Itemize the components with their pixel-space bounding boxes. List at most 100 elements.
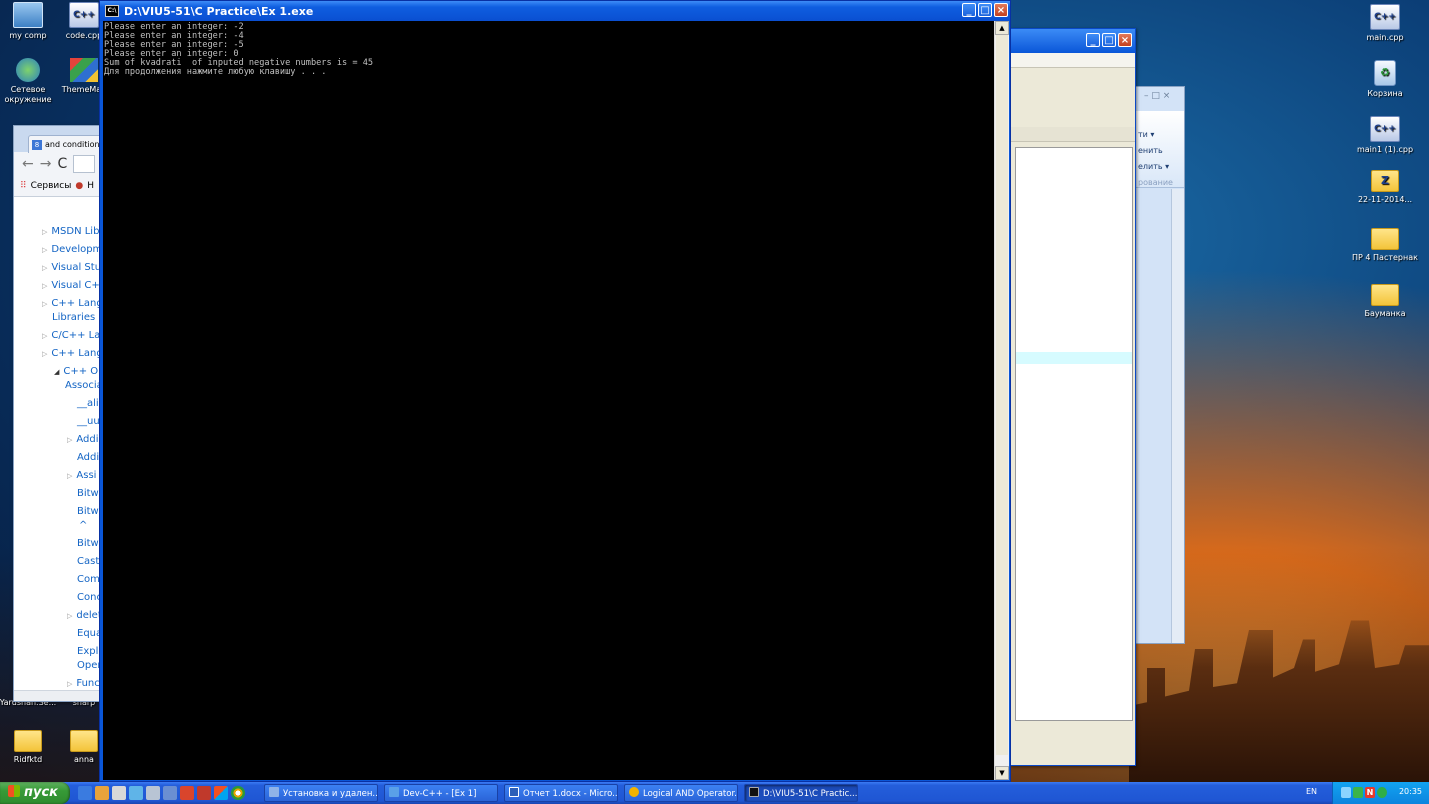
start-button[interactable]: пуск — [0, 782, 70, 804]
document-icon[interactable] — [112, 786, 126, 800]
toc-item[interactable]: __uu — [77, 416, 100, 428]
folder-icon — [1371, 284, 1399, 306]
devcpp-window[interactable]: _ □ × — [1010, 28, 1136, 766]
console-vertical-scrollbar[interactable]: ▲ ▼ — [994, 21, 1009, 780]
n-tray-icon[interactable]: N — [1365, 787, 1375, 798]
bookmark-services[interactable]: Сервисы — [31, 181, 72, 191]
toc-item[interactable]: ▷ Visual C+- — [42, 280, 103, 292]
google-favicon-icon: 8 — [32, 139, 42, 150]
security-tray-icon[interactable] — [1353, 787, 1363, 798]
window-icon[interactable] — [163, 786, 177, 800]
network-tray-icon[interactable] — [1341, 787, 1351, 798]
toc-item[interactable]: ▷ Func — [67, 678, 100, 690]
language-indicator[interactable]: EN — [1306, 787, 1317, 796]
system-tray: N 20:35 — [1332, 782, 1429, 804]
expand-arrow-icon: ▷ — [67, 680, 73, 688]
scroll-down-arrow-icon[interactable]: ▼ — [995, 766, 1009, 780]
expand-arrow-icon: ▷ — [67, 472, 73, 480]
desktop-icon-baumanka-folder[interactable]: Бауманка — [1350, 284, 1420, 319]
back-arrow-icon[interactable]: ← — [22, 156, 34, 172]
ribbon-item[interactable]: ти ▾ — [1136, 127, 1184, 143]
toc-item[interactable]: ▷ MSDN Lib — [42, 226, 99, 238]
expand-arrow-icon: ▷ — [42, 264, 48, 272]
scroll-up-arrow-icon[interactable]: ▲ — [995, 21, 1009, 35]
toc-item[interactable]: ▷ Addi — [67, 434, 99, 446]
console-system-icon[interactable]: C:\ — [105, 5, 119, 17]
firefox-icon[interactable] — [95, 786, 109, 800]
console-icon — [749, 787, 759, 797]
task-console[interactable]: D:\VIU5-51\C Practic... — [744, 784, 858, 802]
toc-item[interactable]: Addi — [77, 452, 99, 464]
devcpp-icon — [389, 787, 399, 797]
word-window-controls[interactable]: – □ × — [1144, 91, 1170, 101]
settings-icon[interactable] — [146, 786, 160, 800]
toc-item[interactable]: ◢ C++ O — [54, 366, 98, 378]
update-tray-icon[interactable] — [1377, 787, 1387, 798]
task-chrome-logical-and[interactable]: Logical AND Operator... — [624, 784, 738, 802]
toc-item[interactable]: ▷ Developm — [42, 244, 102, 256]
ie-icon[interactable] — [78, 786, 92, 800]
minimize-button[interactable]: _ — [962, 3, 976, 17]
desktop-icon-main-cpp[interactable]: C++ main.cpp — [1350, 4, 1420, 43]
desktop-icon-main1-cpp[interactable]: C++ main1 (1).cpp — [1350, 116, 1420, 155]
minimize-button[interactable]: _ — [1086, 33, 1100, 47]
bookmark-n[interactable]: Н — [87, 181, 94, 191]
toc-item[interactable]: ▷ C++ Lang — [42, 298, 103, 310]
console-output: Please enter an integer: -2 Please enter… — [104, 23, 373, 77]
word-ribbon: ти ▾ енить елить ▾ рование — [1136, 111, 1184, 188]
maximize-button[interactable]: □ — [978, 3, 992, 17]
collapse-arrow-icon: ◢ — [54, 368, 60, 376]
close-button[interactable]: × — [994, 3, 1008, 17]
toc-item[interactable]: Associa — [65, 380, 103, 392]
current-line-highlight — [1016, 352, 1132, 364]
toc-item[interactable]: Bitwi — [77, 538, 102, 550]
cpp-file-icon: C++ — [69, 2, 99, 28]
word-window[interactable]: – □ × ? ти ▾ енить елить ▾ рование — [1135, 86, 1185, 644]
desktop-icon-pr4-folder[interactable]: ПР 4 Пастернак — [1350, 228, 1420, 263]
desktop-icon-zip-folder[interactable]: Z 22-11-2014... — [1350, 170, 1420, 205]
desktop-icon-recycle-bin[interactable]: ♻ Корзина — [1350, 60, 1420, 99]
word-vertical-scrollbar[interactable] — [1171, 189, 1184, 643]
quick-launch — [78, 786, 245, 800]
ribbon-item[interactable]: енить — [1136, 143, 1184, 159]
code-editor[interactable] — [1015, 147, 1133, 721]
forward-arrow-icon[interactable]: → — [40, 156, 52, 172]
toc-item[interactable]: ▷ delet — [67, 610, 102, 622]
address-bar[interactable] — [73, 155, 96, 173]
task-word-report[interactable]: Отчет 1.docx - Micro... — [504, 784, 618, 802]
expand-arrow-icon: ▷ — [42, 246, 48, 254]
close-button[interactable]: × — [1118, 33, 1132, 47]
console-window[interactable]: C:\ D:\VIU5-51\C Practice\Ex 1.exe _ □ ×… — [99, 0, 1011, 782]
maximize-button[interactable]: □ — [1102, 33, 1116, 47]
taskbar: пуск Установка и удален... Dev-C++ - [Ex… — [0, 782, 1429, 804]
toc-item[interactable]: Cast — [77, 556, 99, 568]
toc-item[interactable]: ▷ Assi — [67, 470, 96, 482]
console-output-area[interactable]: Please enter an integer: -2 Please enter… — [103, 21, 997, 780]
toc-item[interactable]: ^ — [79, 520, 87, 532]
scroll-thumb[interactable] — [996, 35, 1008, 755]
windows-app-icon[interactable] — [214, 786, 228, 800]
console-titlebar[interactable]: C:\ D:\VIU5-51\C Practice\Ex 1.exe _ □ × — [100, 1, 1010, 21]
toc-item[interactable]: Oper — [77, 660, 101, 672]
toc-item[interactable]: Libraries — [52, 312, 95, 324]
task-install-remove[interactable]: Установка и удален... — [264, 784, 378, 802]
reload-icon[interactable]: C — [57, 156, 67, 172]
toc-item[interactable]: Expli — [77, 646, 101, 658]
toc-item[interactable]: Bitwi — [77, 506, 102, 518]
paint-icon[interactable] — [129, 786, 143, 800]
expand-arrow-icon: ▷ — [42, 282, 48, 290]
chrome-icon[interactable] — [231, 786, 245, 800]
task-devcpp[interactable]: Dev-C++ - [Ex 1] — [384, 784, 498, 802]
apps-grid-icon[interactable]: ⠿ — [20, 181, 27, 191]
game-icon[interactable] — [197, 786, 211, 800]
devcpp-titlebar[interactable]: _ □ × — [1011, 29, 1135, 53]
toc-item[interactable]: __ali — [77, 398, 99, 410]
toc-item[interactable]: ▷ Visual Stu — [42, 262, 101, 274]
ribbon-item[interactable]: елить ▾ — [1136, 159, 1184, 175]
toc-item[interactable]: Bitwi — [77, 488, 102, 500]
toc-item[interactable]: ▷ C/C++ La — [42, 330, 100, 342]
clock[interactable]: 20:35 — [1399, 787, 1422, 796]
toc-item[interactable]: Com — [77, 574, 100, 586]
toc-item[interactable]: ▷ C++ Lang — [42, 348, 103, 360]
media-icon[interactable] — [180, 786, 194, 800]
